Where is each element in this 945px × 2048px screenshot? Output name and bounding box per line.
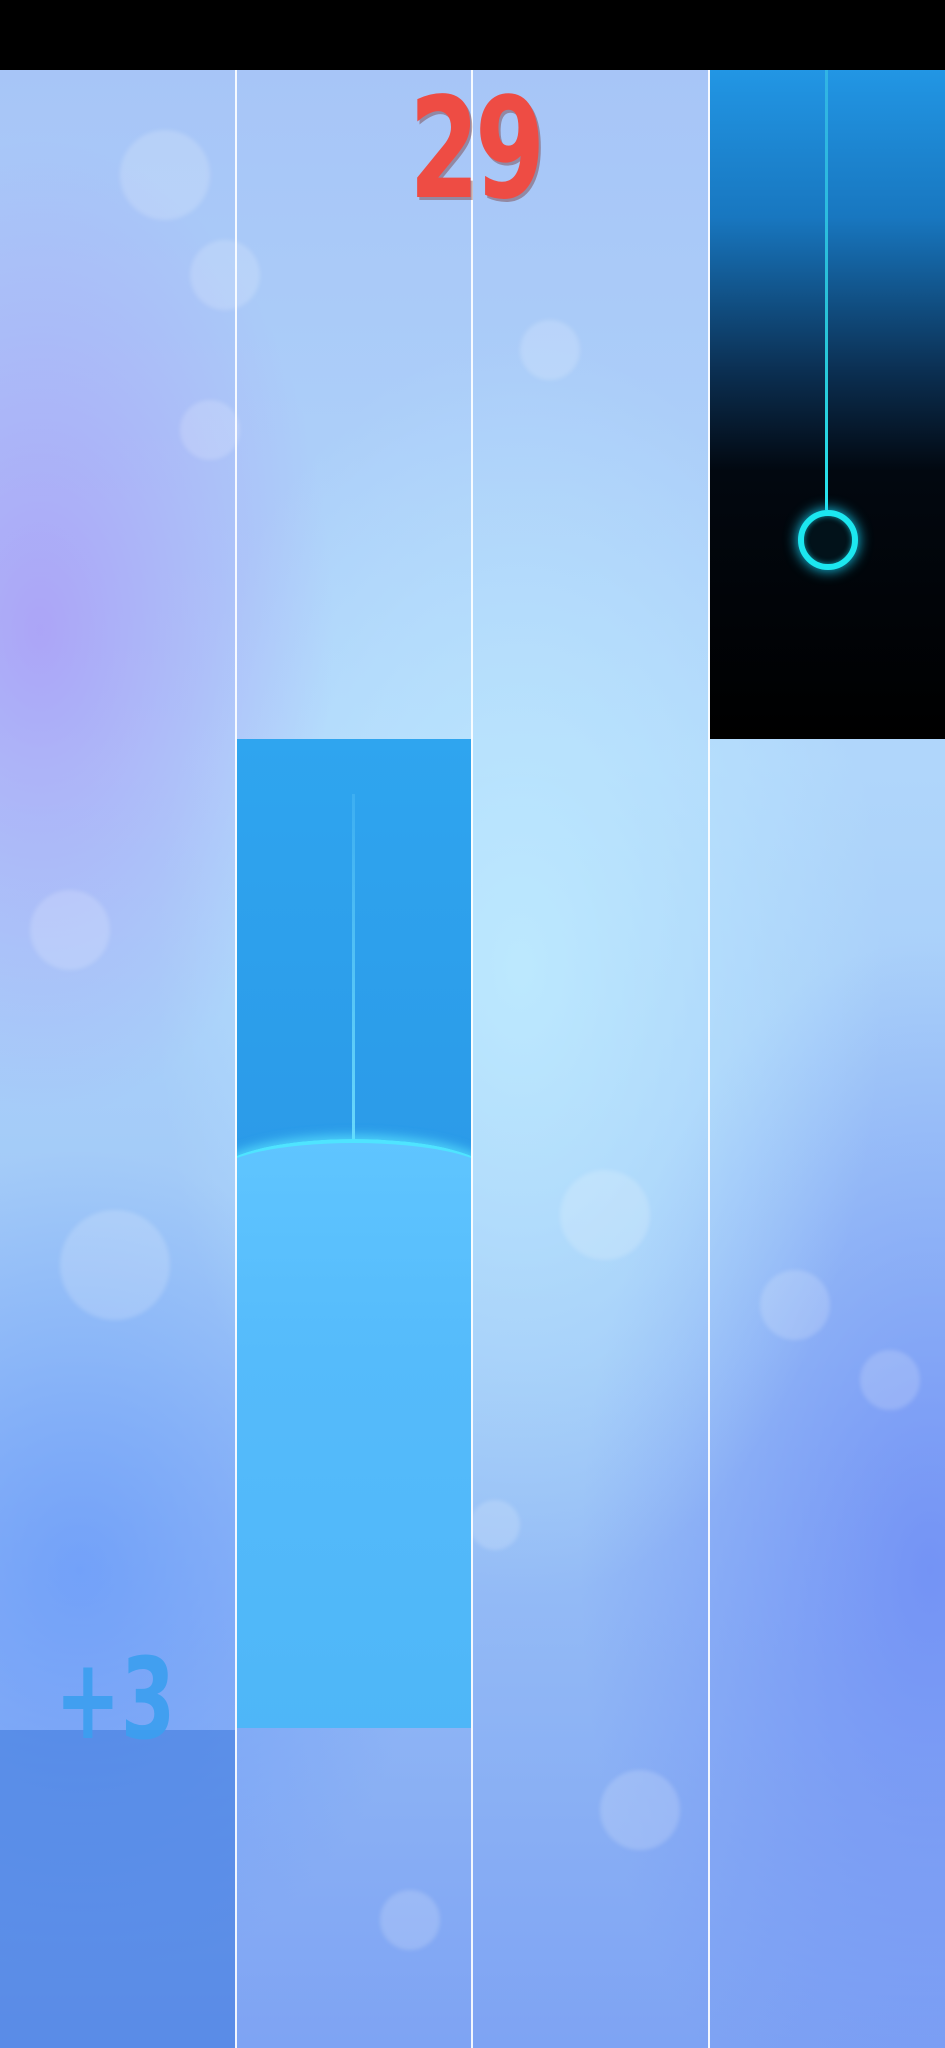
bokeh-light <box>470 1500 520 1550</box>
lane-divider <box>471 70 473 2048</box>
status-bar <box>0 0 945 70</box>
score-counter: 29 <box>409 68 545 231</box>
bokeh-light <box>520 320 580 380</box>
lane-divider <box>708 70 710 2048</box>
hold-tile[interactable] <box>237 739 471 1728</box>
playfield[interactable]: +3 <box>0 70 945 2048</box>
hold-track-line <box>352 794 355 1189</box>
bokeh-light <box>560 1170 650 1260</box>
black-tile[interactable] <box>710 70 945 739</box>
black-tile-track-line <box>825 70 828 510</box>
bokeh-light <box>120 130 210 220</box>
bonus-indicator: +3 <box>55 1635 176 1765</box>
bokeh-light <box>180 400 240 460</box>
bokeh-light <box>600 1770 680 1850</box>
bokeh-light <box>60 1210 170 1320</box>
bokeh-light <box>190 240 260 310</box>
game-screen: +3 29 <box>0 0 945 2048</box>
lane-divider <box>235 70 237 2048</box>
bokeh-light <box>380 1890 440 1950</box>
bokeh-light <box>30 890 110 970</box>
hold-progress-fill <box>237 1139 471 1728</box>
tapped-tile <box>0 1730 235 2048</box>
circle-ring-icon <box>798 510 858 570</box>
bokeh-light <box>860 1350 920 1410</box>
bokeh-light <box>760 1270 830 1340</box>
